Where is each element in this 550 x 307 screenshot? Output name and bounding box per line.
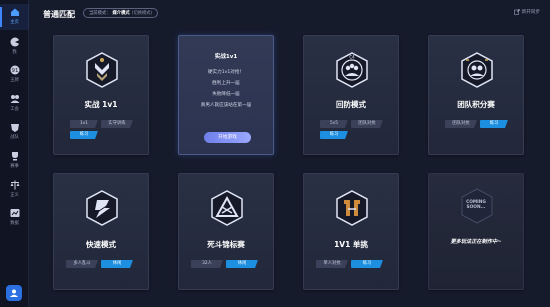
mode-card-coming-soon: COMING SOON... 更多玩法正在制作中~ <box>428 173 524 290</box>
tag: 休闲 <box>101 260 133 268</box>
home-icon <box>10 8 19 16</box>
mode-value: 媒介模式 <box>112 11 130 16</box>
sidebar-item-label: 我 <box>12 50 17 55</box>
user-settings-icon <box>10 289 18 297</box>
tag: 休闲 <box>226 260 258 268</box>
tag: 1v1 <box>70 120 98 128</box>
tag: 多人乱斗 <box>66 260 98 268</box>
card-desc-line: 真男人就应该站在第一届 <box>200 103 252 108</box>
card-title: 快速模式 <box>86 240 116 249</box>
guild-icon <box>10 95 19 103</box>
page-title: 普通匹配 <box>43 10 75 19</box>
tag: 32人 <box>191 260 223 268</box>
coming-soon-badge: COMING SOON... <box>466 200 486 210</box>
tag: 单人对抗 <box>316 260 348 268</box>
trophy-icon <box>11 152 18 161</box>
tag: 练习 <box>351 260 383 268</box>
sidebar-item-guild[interactable]: 工会 <box>0 91 29 117</box>
coming-soon-text: 更多玩法正在制作中~ <box>450 239 502 245</box>
sidebar-item-label: 王牌 <box>10 78 19 83</box>
user-settings-button[interactable] <box>6 285 22 301</box>
start-game-button[interactable]: 开始游戏 <box>204 132 251 143</box>
combat-badge-icon <box>86 52 118 88</box>
sidebar-item-label: 战队 <box>10 135 19 140</box>
new-sync-label: 新开同步 <box>521 10 540 15</box>
mode-card-team[interactable]: 团队积分赛 团队对抗 练习 <box>428 35 524 155</box>
tag: 练习 <box>480 120 508 128</box>
team-icon <box>10 124 19 132</box>
data-icon <box>10 209 19 217</box>
card-title: 回防模式 <box>336 100 366 109</box>
ace-icon: 91 <box>10 65 19 75</box>
mode-switch-link[interactable]: (切换模式) <box>132 10 153 16</box>
mode-label: 当前模式： <box>89 11 111 16</box>
tag: 团队对抗 <box>351 120 383 128</box>
sidebar-item-home[interactable]: 主页 <box>0 4 29 30</box>
profile-icon <box>10 37 19 47</box>
card-desc-line: 失败降低一届 <box>212 92 240 97</box>
sidebar-item-label: 正义 <box>10 193 19 198</box>
card-desc-line: 硬实力1v1对抢！ <box>207 70 245 75</box>
mode-card-defense[interactable]: C4 回防模式 5v5 团队对抗 练习 <box>303 35 399 155</box>
sidebar-item-ace[interactable]: 91 王牌 <box>0 62 29 88</box>
sidebar-item-label: 数据 <box>10 221 19 226</box>
mode-selector[interactable]: 当前模式： 媒介模式 (切换模式) <box>83 8 159 18</box>
card-title: 死斗锦标赛 <box>207 240 245 249</box>
sidebar-item-team[interactable]: 战队 <box>0 119 29 145</box>
sidebar-item-label: 工会 <box>10 107 19 112</box>
sidebar-item-justice[interactable]: 正义 <box>0 177 29 203</box>
deathmatch-badge-icon <box>211 190 243 226</box>
mode-card-deathmatch[interactable]: 死斗锦标赛 32人 休闲 <box>178 173 274 290</box>
team-score-badge-icon <box>461 52 493 88</box>
mode-card-solo[interactable]: 实战1v1 硬实力1v1对抢！ 胜利上升一届 失败降低一届 真男人就应该站在第一… <box>178 35 274 155</box>
sidebar-item-data[interactable]: 数据 <box>0 205 29 231</box>
card-title: 实战 1v1 <box>84 100 118 109</box>
svg-text:91: 91 <box>11 68 18 74</box>
tag: 5v5 <box>320 120 348 128</box>
sidebar-item-label: 主页 <box>10 20 19 25</box>
sidebar-item-label: 赛事 <box>10 164 19 169</box>
card-title: 1V1 单挑 <box>334 240 368 249</box>
tag: 练习 <box>320 131 348 139</box>
card-desc-line: 胜利上升一届 <box>212 81 240 86</box>
new-sync-button[interactable]: 新开同步 <box>513 9 540 15</box>
tag: 团队对抗 <box>445 120 477 128</box>
mode-card-quick[interactable]: 快速模式 多人乱斗 休闲 <box>53 173 149 290</box>
defense-badge-icon: C4 <box>336 52 368 88</box>
sidebar: 主页 我 91 王牌 工会 战队 赛事 正义 数据 <box>0 0 29 307</box>
external-link-icon <box>513 9 520 15</box>
tag: 练习 <box>70 131 98 139</box>
duel-badge-icon <box>336 190 368 226</box>
card-title: 实战1v1 <box>214 54 238 60</box>
sidebar-item-profile[interactable]: 我 <box>0 34 29 60</box>
card-title: 团队积分赛 <box>457 100 495 109</box>
mode-card-duel[interactable]: 1V1 单挑 单人对抗 练习 <box>303 173 399 290</box>
quick-badge-icon <box>86 190 118 226</box>
svg-text:C4: C4 <box>349 55 355 60</box>
sidebar-item-events[interactable]: 赛事 <box>0 148 29 174</box>
mode-card-combat[interactable]: 实战 1v1 1v1 实守训练 练习 <box>53 35 149 155</box>
justice-icon <box>10 180 19 190</box>
tag: 实守训练 <box>101 120 133 128</box>
